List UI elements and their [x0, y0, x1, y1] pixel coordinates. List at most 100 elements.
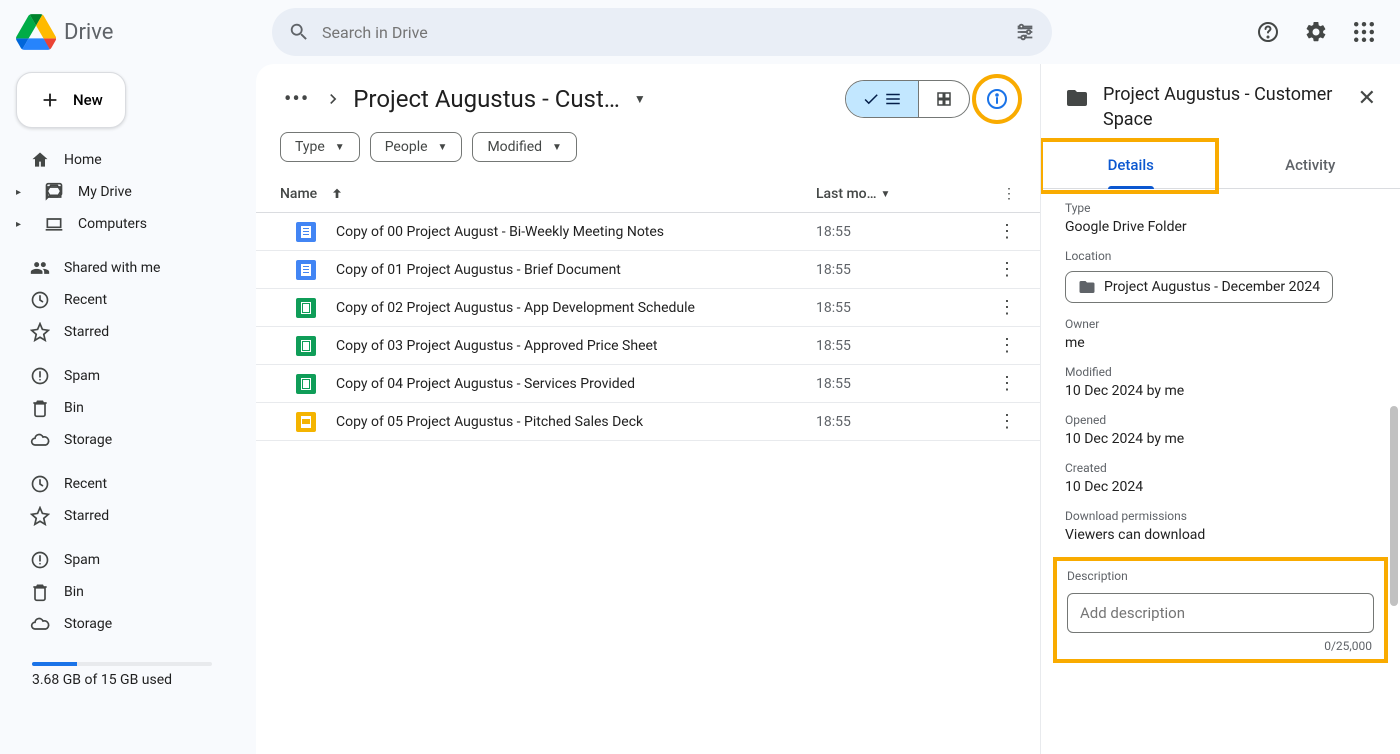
file-name[interactable]: Copy of 00 Project August - Bi-Weekly Me… [336, 224, 816, 240]
sidebar-item-recent[interactable]: Recent [16, 284, 240, 316]
description-input[interactable] [1067, 593, 1374, 633]
apps-icon[interactable] [1344, 12, 1384, 52]
panel-title: Project Augustus - Customer Space [1103, 82, 1340, 132]
list-view-button[interactable] [846, 81, 918, 117]
sidebar-item-label: Storage [64, 432, 112, 448]
spam-icon [30, 550, 50, 570]
location-value: Project Augustus - December 2024 [1104, 279, 1320, 295]
file-more-button[interactable]: ⋮ [976, 259, 1016, 280]
settings-icon[interactable] [1296, 12, 1336, 52]
opened-label: Opened [1065, 413, 1376, 427]
sidebar-item-label: Bin [64, 584, 84, 600]
sidebar-item-starred[interactable]: Starred [16, 500, 240, 532]
column-name-header[interactable]: Name [280, 186, 816, 202]
tab-activity[interactable]: Activity [1221, 142, 1400, 188]
sidebar-item-label: Home [64, 152, 102, 168]
grid-view-button[interactable] [918, 81, 969, 117]
caret-down-icon: ▼ [881, 189, 891, 200]
sidebar-item-starred[interactable]: Starred [16, 316, 240, 348]
file-name[interactable]: Copy of 04 Project Augustus - Services P… [336, 376, 816, 392]
breadcrumb-current[interactable]: Project Augustus - Cust… ▼ [353, 85, 645, 113]
location-chip[interactable]: Project Augustus - December 2024 [1065, 271, 1333, 303]
file-more-button[interactable]: ⋮ [976, 221, 1016, 242]
sidebar-item-computers[interactable]: ▸Computers [16, 208, 240, 240]
file-row[interactable]: Copy of 01 Project Augustus - Brief Docu… [256, 251, 1040, 289]
chevron-right-icon [323, 89, 343, 109]
caret-down-icon: ▼ [438, 142, 448, 153]
modified-value: 10 Dec 2024 by me [1065, 383, 1376, 399]
filter-people-chip[interactable]: People▼ [370, 132, 463, 162]
file-row[interactable]: Copy of 04 Project Augustus - Services P… [256, 365, 1040, 403]
type-value: Google Drive Folder [1065, 219, 1376, 235]
new-button[interactable]: New [16, 72, 126, 128]
description-counter: 0/25,000 [1324, 639, 1372, 653]
search-options-icon[interactable] [1014, 21, 1036, 43]
drive-logo-icon[interactable] [16, 12, 56, 52]
annotation-highlight-box: Description 0/25,000 [1053, 557, 1388, 663]
sidebar-item-label: Starred [64, 508, 109, 524]
file-row[interactable]: Copy of 00 Project August - Bi-Weekly Me… [256, 213, 1040, 251]
storage-text: 3.68 GB of 15 GB used [16, 672, 240, 688]
file-row[interactable]: Copy of 02 Project Augustus - App Develo… [256, 289, 1040, 327]
sidebar-item-my-drive[interactable]: ▸ My Drive [16, 176, 240, 208]
grid-icon [935, 90, 953, 108]
star-icon [30, 506, 50, 526]
file-more-button[interactable]: ⋮ [976, 411, 1016, 432]
file-more-button[interactable]: ⋮ [976, 335, 1016, 356]
search-input[interactable] [322, 23, 1014, 42]
main-content: ••• Project Augustus - Cust… ▼ [256, 64, 1040, 754]
doc-icon [296, 222, 316, 242]
file-row[interactable]: Copy of 05 Project Augustus - Pitched Sa… [256, 403, 1040, 441]
sidebar-item-label: Recent [64, 292, 107, 308]
sidebar-item-bin[interactable]: Bin [16, 392, 240, 424]
sidebar: New Home ▸ My Drive ▸Computers Shared with … [0, 64, 256, 754]
column-more-header[interactable]: ⋮ [976, 186, 1016, 202]
details-panel: Project Augustus - Customer Space ✕ Deta… [1040, 64, 1400, 754]
filter-modified-chip[interactable]: Modified▼ [472, 132, 577, 162]
search-bar[interactable] [272, 8, 1052, 56]
search-icon [288, 21, 310, 43]
file-modified: 18:55 [816, 376, 976, 392]
help-icon[interactable] [1248, 12, 1288, 52]
sidebar-item-recent[interactable]: Recent [16, 468, 240, 500]
file-name[interactable]: Copy of 01 Project Augustus - Brief Docu… [336, 262, 816, 278]
scrollbar[interactable] [1388, 180, 1398, 744]
caret-down-icon: ▼ [552, 142, 562, 153]
view-toggle [845, 80, 970, 118]
drive-icon [44, 182, 64, 202]
sidebar-item-label: My Drive [78, 184, 132, 200]
file-name[interactable]: Copy of 03 Project Augustus - Approved P… [336, 338, 816, 354]
column-modified-header[interactable]: Last mo… ▼ [816, 186, 976, 202]
sidebar-item-home[interactable]: Home [16, 144, 240, 176]
close-button[interactable]: ✕ [1354, 82, 1380, 115]
sidebar-item-spam[interactable]: Spam [16, 360, 240, 392]
clock-icon [30, 290, 50, 310]
home-icon [30, 150, 50, 170]
info-button[interactable] [978, 80, 1016, 118]
file-name[interactable]: Copy of 05 Project Augustus - Pitched Sa… [336, 414, 816, 430]
sidebar-item-storage[interactable]: Storage [16, 424, 240, 456]
file-name[interactable]: Copy of 02 Project Augustus - App Develo… [336, 300, 816, 316]
file-more-button[interactable]: ⋮ [976, 373, 1016, 394]
filter-type-chip[interactable]: Type▼ [280, 132, 360, 162]
opened-value: 10 Dec 2024 by me [1065, 431, 1376, 447]
sidebar-item-bin[interactable]: Bin [16, 576, 240, 608]
slides-icon [296, 412, 316, 432]
cloud-icon [30, 430, 50, 450]
sidebar-item-storage[interactable]: Storage [16, 608, 240, 640]
sidebar-item-label: Spam [64, 552, 100, 568]
sidebar-item-spam[interactable]: Spam [16, 544, 240, 576]
sheet-icon [296, 298, 316, 318]
caret-down-icon: ▼ [335, 142, 345, 153]
breadcrumb-overflow-icon[interactable]: ••• [280, 83, 313, 116]
sidebar-item-label: Starred [64, 324, 109, 340]
file-modified: 18:55 [816, 414, 976, 430]
expand-icon: ▸ [16, 187, 30, 198]
sidebar-item-shared-with-me[interactable]: Shared with me [16, 252, 240, 284]
file-more-button[interactable]: ⋮ [976, 297, 1016, 318]
file-row[interactable]: Copy of 03 Project Augustus - Approved P… [256, 327, 1040, 365]
tab-details[interactable]: Details [1041, 142, 1221, 188]
plus-icon [39, 89, 61, 111]
app-name[interactable]: Drive [64, 20, 113, 45]
list-icon [884, 90, 902, 108]
